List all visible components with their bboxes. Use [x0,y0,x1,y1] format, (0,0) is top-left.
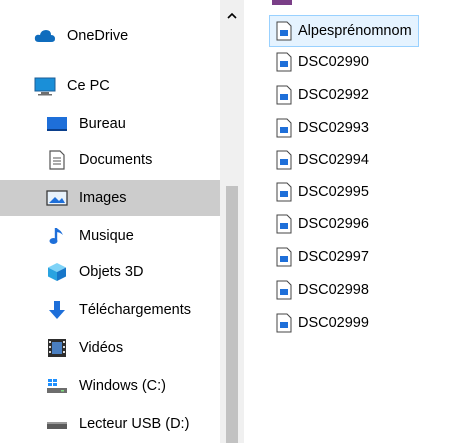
image-file-icon [276,313,294,333]
desktop-folder-icon [46,114,68,134]
nav-item-label: Windows (C:) [79,378,167,394]
file-name: DSC02998 [298,282,369,298]
nav-item-label: Vidéos [79,340,124,356]
scroll-up-button[interactable] [220,0,244,30]
image-file-icon [276,280,294,300]
windows-drive-icon [46,376,68,396]
chevron-up-icon [227,7,237,23]
images-folder-icon [46,188,68,208]
image-file-icon [276,247,294,267]
file-item[interactable]: DSC02996 [270,209,369,239]
computer-icon [34,76,56,96]
videos-film-icon [46,338,68,358]
file-explorer: OneDrive Ce PC Bureau Documents Images M… [0,0,460,443]
nav-item-label: Objets 3D [79,264,144,280]
nav-item-label: Téléchargements [79,302,192,318]
file-item[interactable]: Alpesprénomnom [269,15,419,47]
file-name: DSC02994 [298,152,369,168]
file-item[interactable]: DSC02994 [270,145,369,175]
nav-item-label: Bureau [79,116,126,132]
image-file-icon [276,214,294,234]
image-file-icon [276,85,294,105]
nav-item-label: Musique [79,228,134,244]
nav-item-onedrive[interactable]: OneDrive [0,18,254,54]
music-note-icon [46,226,68,246]
file-name: Alpesprénomnom [298,23,412,39]
file-item[interactable]: DSC02999 [270,308,369,338]
download-arrow-icon [46,300,68,320]
navigation-pane: OneDrive Ce PC Bureau Documents Images M… [0,0,266,443]
nav-item-label: Images [79,190,127,206]
image-file-icon [276,21,294,41]
image-file-icon [276,52,294,72]
nav-item-label: OneDrive [67,28,129,44]
folder-accent-decoration [272,0,292,5]
file-name: DSC02997 [298,249,369,265]
onedrive-cloud-icon [34,26,56,46]
image-file-icon [276,182,294,202]
image-file-icon [276,150,294,170]
file-name: DSC02999 [298,315,369,331]
file-item[interactable]: DSC02990 [270,47,369,77]
file-item[interactable]: DSC02992 [270,80,369,110]
nav-item-label: Lecteur USB (D:) [79,416,190,432]
navigation-scrollbar[interactable] [220,0,244,443]
scrollbar-thumb[interactable] [226,186,238,443]
usb-drive-icon [46,414,68,434]
file-item[interactable]: DSC02997 [270,242,369,272]
3d-objects-icon [46,262,68,282]
file-name: DSC02995 [298,184,369,200]
nav-item-ce-pc[interactable]: Ce PC [0,68,254,104]
documents-folder-icon [46,150,68,170]
file-name: DSC02996 [298,216,369,232]
image-file-icon [276,118,294,138]
file-list: Alpesprénomnom DSC02990 DSC02992 DSC0299… [244,0,460,443]
file-item[interactable]: DSC02993 [270,113,369,143]
file-name: DSC02990 [298,54,369,70]
file-item[interactable]: DSC02995 [270,177,369,207]
nav-item-label: Documents [79,152,153,168]
nav-item-label: Ce PC [67,78,110,94]
file-name: DSC02993 [298,120,369,136]
file-item[interactable]: DSC02998 [270,275,369,305]
file-name: DSC02992 [298,87,369,103]
